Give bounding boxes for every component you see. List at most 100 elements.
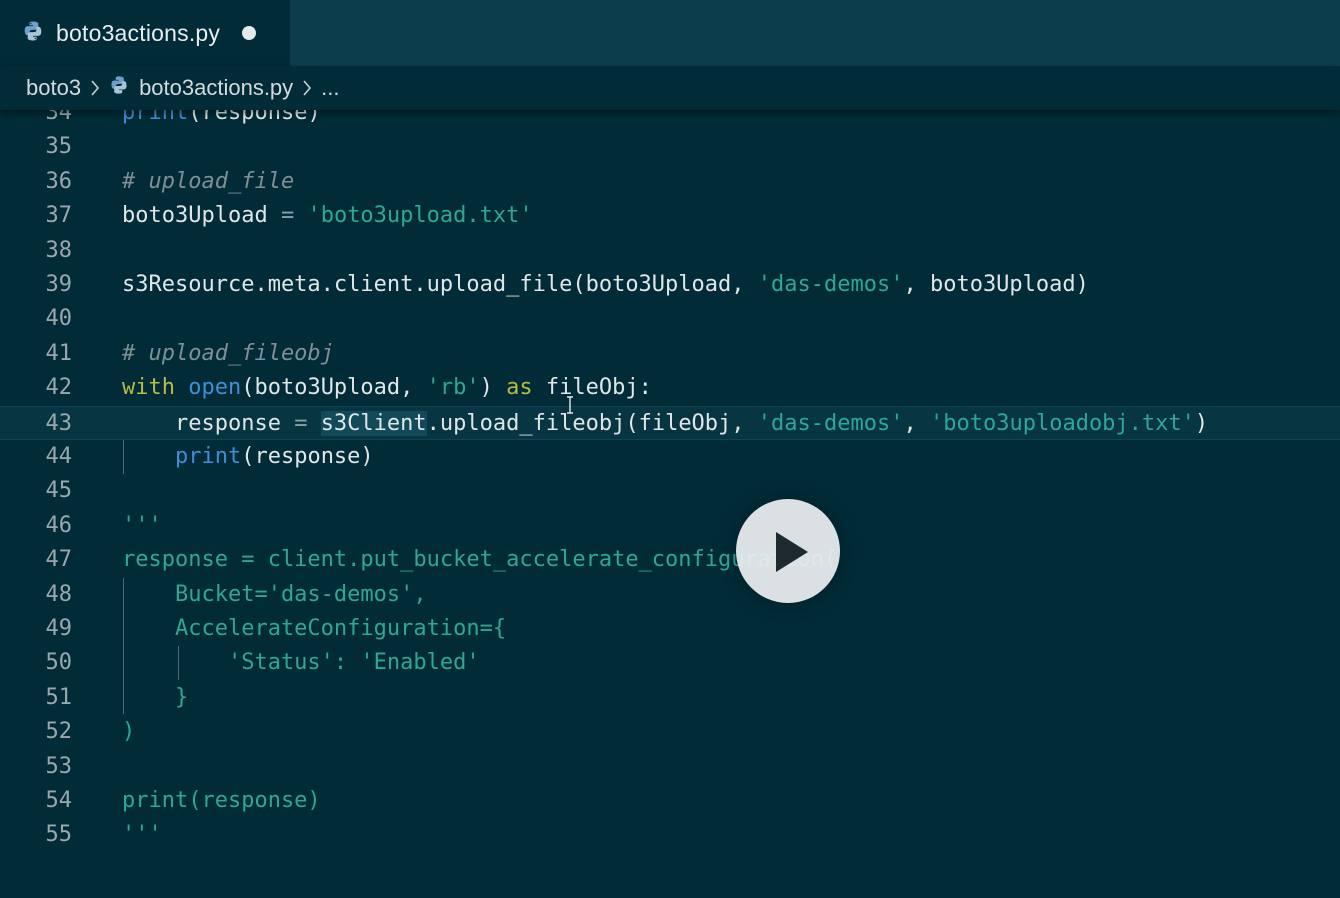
code-text[interactable]: boto3Upload = 'boto3upload.txt' [122,199,533,233]
code-text[interactable]: s3Resource.meta.client.upload_file(boto3… [122,268,1089,302]
code-token: # upload_file [122,168,295,194]
code-token: 'Status': 'Enabled' [122,650,480,676]
code-text[interactable]: ) [122,715,135,749]
code-line[interactable]: 51 } [0,681,1340,715]
code-token: ) [479,375,507,401]
code-line[interactable]: 49 AccelerateConfiguration={ [0,612,1340,646]
code-token: , boto3Upload) [903,272,1089,297]
breadcrumb-folder[interactable]: boto3 [26,75,81,101]
code-token: 'das-demos' [757,272,904,297]
line-number: 51 [45,684,73,710]
line-number: 48 [45,581,73,607]
code-token: print [174,444,242,469]
code-token: ''' [122,512,162,538]
code-line[interactable]: 45 [0,474,1340,508]
line-number: 38 [45,237,73,263]
code-line[interactable]: 52) [0,715,1340,749]
line-number: 50 [45,650,73,676]
code-line[interactable]: 48 Bucket='das-demos', [0,578,1340,612]
code-line[interactable]: 47 response = client.put_bucket_accelerat… [0,543,1340,577]
code-text[interactable]: AccelerateConfiguration={ [122,612,506,646]
code-text[interactable]: response = s3Client.upload_fileobj(fileO… [122,407,1208,441]
code-line[interactable]: 42 with open(boto3Upload, 'rb') as fileOb… [0,371,1340,405]
code-text[interactable]: Bucket='das-demos', [122,578,427,612]
code-line[interactable]: 35 [0,130,1340,164]
code-token: Bucket='das-demos', [122,581,427,607]
code-line[interactable]: 55 ''' [0,818,1340,852]
text-cursor-icon [565,396,575,419]
breadcrumb-more[interactable]: ... [321,75,339,101]
code-token: 'das-demos' [757,410,904,436]
play-icon [776,532,808,572]
breadcrumb-file[interactable]: boto3actions.py [109,75,293,101]
code-line[interactable]: 36 # upload_file [0,165,1340,199]
code-line[interactable]: 39 s3Resource.meta.client.upload_file(bot… [0,268,1340,302]
line-number: 37 [45,203,73,229]
code-text[interactable]: # upload_fileobj [122,337,334,371]
line-number: 36 [45,168,73,194]
breadcrumb-file-label: boto3actions.py [139,75,294,100]
code-token: ''' [122,822,162,848]
tab-boto3actions[interactable]: boto3actions.py [0,0,290,66]
code-text[interactable]: print(response) [122,110,321,130]
breadcrumb: boto3 boto3actions.py ... [0,66,1340,110]
code-text[interactable]: print(response) [122,784,321,818]
line-number: 55 [45,822,73,848]
line-number: 42 [45,375,73,401]
line-number: 53 [45,753,73,779]
code-token: 'boto3upload.txt' [307,203,533,229]
code-line[interactable]: 40 [0,302,1340,336]
play-button[interactable] [736,499,840,603]
line-number: 45 [45,478,73,504]
code-line[interactable]: 37 boto3Upload = 'boto3upload.txt' [0,199,1340,233]
code-text[interactable]: response = client.put_bucket_accelerate_… [122,543,837,577]
unsaved-dot-icon[interactable] [242,26,257,40]
line-number: 44 [45,444,73,469]
code-text[interactable]: print(response) [122,440,374,474]
code-line[interactable]: 50 'Status': 'Enabled' [0,646,1340,680]
code-text[interactable]: ''' [122,818,162,852]
code-token: } [122,684,189,710]
code-token: response = client.put_bucket_accelerate_… [122,547,838,573]
code-token: = [294,410,308,436]
code-line[interactable]: 54 print(response) [0,784,1340,818]
code-line[interactable]: 34 print(response) [0,110,1340,130]
line-number: 49 [45,616,73,641]
line-number: 43 [45,410,73,436]
code-token: ) [1194,410,1209,436]
code-line[interactable]: 43 response = s3Client.upload_fileobj(fi… [0,405,1340,441]
code-token: as [506,375,533,401]
code-token: ) [122,719,136,745]
line-number: 35 [45,134,73,160]
code-text[interactable]: } [122,681,188,715]
python-icon [22,20,44,47]
code-token: (response) [241,444,374,469]
code-token: fileObj: [532,375,652,401]
code-token: print(response) [122,788,321,813]
code-token: with [122,375,175,401]
code-line[interactable]: 53 [0,750,1340,784]
code-token: # upload_fileobj [122,340,334,366]
line-number: 46 [45,512,73,538]
code-token: print [122,110,189,125]
code-line[interactable]: 46 ''' [0,509,1340,543]
tab-bar: boto3actions.py [0,0,1340,66]
line-number: 41 [45,340,73,366]
chevron-right-icon [302,79,312,97]
code-editor[interactable]: 34 print(response) 35 36 # upload_file 37 boto… [0,110,1340,898]
code-line[interactable]: 38 [0,234,1340,268]
code-line[interactable]: 44 print(response) [0,440,1340,474]
code-text[interactable]: 'Status': 'Enabled' [122,646,480,680]
code-line[interactable]: 41 # upload_fileobj [0,337,1340,371]
code-text[interactable]: ''' [122,509,162,543]
code-token: AccelerateConfiguration={ [122,616,507,641]
code-token: 'boto3uploadobj.txt' [930,410,1195,436]
line-number: 40 [45,306,73,332]
tab-label: boto3actions.py [56,19,221,46]
code-text[interactable]: # upload_file [122,165,294,199]
line-number: 52 [45,719,73,745]
